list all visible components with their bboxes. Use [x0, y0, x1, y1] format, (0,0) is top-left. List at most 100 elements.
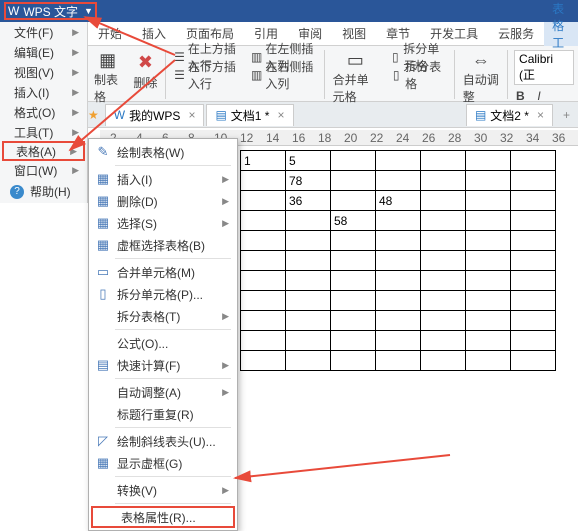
chevron-right-icon: ▶ [72, 165, 79, 176]
delete-icon: ✖ [133, 50, 157, 74]
table-row [241, 291, 556, 311]
dashed-icon: ▦ [95, 237, 111, 253]
sm-delete[interactable]: ▦删除(D)▶ [89, 190, 237, 212]
chevron-right-icon: ▶ [222, 196, 229, 207]
btn-split-table[interactable]: ▯拆分表格 [384, 66, 452, 84]
document-table[interactable]: 15 78 3648 58 [240, 150, 556, 371]
btn-autofit[interactable]: ⇔自动调整 [457, 48, 506, 101]
row-above-icon: ☰ [174, 50, 185, 64]
btn-draw-table[interactable]: ▦制表格 [88, 48, 127, 101]
merge-icon: ▭ [95, 264, 111, 280]
table-row: 3648 [241, 191, 556, 211]
add-tab-button[interactable]: + [555, 108, 578, 122]
close-icon[interactable]: × [277, 108, 284, 122]
menu-format[interactable]: 格式(O)▶ [0, 102, 87, 122]
sm-headrepeat[interactable]: 标题行重复(R) [89, 403, 237, 425]
chevron-right-icon: ▶ [222, 174, 229, 185]
sm-quickcalc[interactable]: ▤快速计算(F)▶ [89, 354, 237, 376]
chevron-right-icon: ▶ [72, 107, 79, 118]
table-row: 58 [241, 211, 556, 231]
doctab-mywps[interactable]: W我的WPS× [105, 104, 205, 126]
chevron-right-icon: ▶ [72, 67, 79, 78]
star-icon[interactable]: ★ [88, 108, 99, 122]
chevron-right-icon: ▶ [72, 127, 79, 138]
sm-merge[interactable]: ▭合并单元格(M) [89, 261, 237, 283]
sm-gridborder[interactable]: ▦虚框选择表格(B) [89, 234, 237, 256]
menu-table[interactable]: 表格(A)▶ [2, 141, 85, 161]
titlebar: W WPS 文字 ▼ [0, 0, 578, 22]
chevron-down-icon[interactable]: ▼ [84, 6, 93, 16]
chevron-right-icon: ▶ [222, 311, 229, 322]
sm-draw-table[interactable]: ✎绘制表格(W) [89, 141, 237, 163]
tab-cloud[interactable]: 云服务 [488, 22, 544, 46]
sm-splitcell[interactable]: ▯拆分单元格(P)... [89, 283, 237, 305]
sm-splittable[interactable]: 拆分表格(T)▶ [89, 305, 237, 327]
doc-icon: ▤ [475, 108, 486, 122]
col-right-icon: ▥ [251, 68, 262, 82]
sm-convert[interactable]: 转换(V)▶ [89, 479, 237, 501]
sm-formula[interactable]: 公式(O)... [89, 332, 237, 354]
btn-insert-right[interactable]: ▥在右侧插入列 [245, 66, 322, 84]
tab-view[interactable]: 视图 [332, 22, 376, 46]
splittable-icon: ▯ [390, 68, 402, 82]
splitcell-icon: ▯ [390, 50, 400, 64]
menu-help[interactable]: ?帮助(H) [0, 180, 87, 203]
table-row [241, 351, 556, 371]
menu-insert[interactable]: 插入(I)▶ [0, 82, 87, 102]
bold-button[interactable]: B [516, 89, 525, 103]
table-row [241, 331, 556, 351]
merge-icon: ▭ [343, 50, 367, 71]
chevron-right-icon: ▶ [222, 387, 229, 398]
chevron-right-icon: ▶ [222, 360, 229, 371]
app-name: WPS 文字 [23, 3, 78, 20]
table-submenu: ✎绘制表格(W) ▦插入(I)▶ ▦删除(D)▶ ▦选择(S)▶ ▦虚框选择表格… [88, 138, 238, 531]
sm-autofit[interactable]: 自动调整(A)▶ [89, 381, 237, 403]
tab-insert[interactable]: 插入 [132, 22, 176, 46]
chevron-right-icon: ▶ [72, 47, 79, 58]
diag-icon: ◸ [95, 433, 111, 449]
delete-icon: ▦ [95, 193, 111, 209]
tab-table-tools[interactable]: 表格工具 [544, 22, 578, 46]
table-row [241, 231, 556, 251]
chevron-right-icon: ▶ [72, 27, 79, 38]
calc-icon: ▤ [95, 357, 111, 373]
grid-icon: ▦ [95, 455, 111, 471]
app-title[interactable]: W WPS 文字 ▼ [4, 2, 97, 20]
table-icon: ▦ [95, 171, 111, 187]
menu-file[interactable]: 文件(F)▶ [0, 22, 87, 42]
autofit-icon: ⇔ [469, 50, 493, 71]
doctab-doc1[interactable]: ▤文档1 *× [206, 104, 293, 126]
doctab-doc2[interactable]: ▤文档2 *× [466, 104, 553, 126]
menu-window[interactable]: 窗口(W)▶ [0, 160, 87, 180]
doc-icon: ▤ [215, 108, 226, 122]
table-icon: ▦ [96, 50, 120, 71]
chevron-right-icon: ▶ [72, 87, 79, 98]
table-row: 78 [241, 171, 556, 191]
splitcell-icon: ▯ [95, 286, 111, 302]
menu-view[interactable]: 视图(V)▶ [0, 62, 87, 82]
data-table[interactable]: 15 78 3648 58 [240, 150, 556, 371]
menu-tool[interactable]: 工具(T)▶ [0, 122, 87, 142]
pencil-icon: ✎ [95, 144, 111, 160]
italic-button[interactable]: I [537, 89, 540, 103]
sm-insert[interactable]: ▦插入(I)▶ [89, 168, 237, 190]
close-icon[interactable]: × [188, 108, 195, 122]
table-row [241, 271, 556, 291]
sm-drawheader[interactable]: ◸绘制斜线表头(U)... [89, 430, 237, 452]
sm-table-properties[interactable]: 表格属性(R)... [91, 506, 235, 528]
btn-delete[interactable]: ✖删除 [127, 48, 163, 101]
btn-merge[interactable]: ▭合并单元格 [327, 48, 385, 101]
help-icon: ? [10, 185, 24, 199]
menu-edit[interactable]: 编辑(E)▶ [0, 42, 87, 62]
sm-showgrid[interactable]: ▦显示虚框(G) [89, 452, 237, 474]
select-icon: ▦ [95, 215, 111, 231]
col-left-icon: ▥ [251, 50, 262, 64]
font-select[interactable]: Calibri (正 [514, 50, 574, 85]
close-icon[interactable]: × [537, 108, 544, 122]
btn-insert-below[interactable]: ☰在下方插入行 [168, 66, 245, 84]
sm-select[interactable]: ▦选择(S)▶ [89, 212, 237, 234]
chevron-right-icon: ▶ [222, 485, 229, 496]
row-below-icon: ☰ [174, 68, 185, 82]
tab-home[interactable]: 开始 [88, 22, 132, 46]
wps-icon: W [114, 108, 125, 122]
